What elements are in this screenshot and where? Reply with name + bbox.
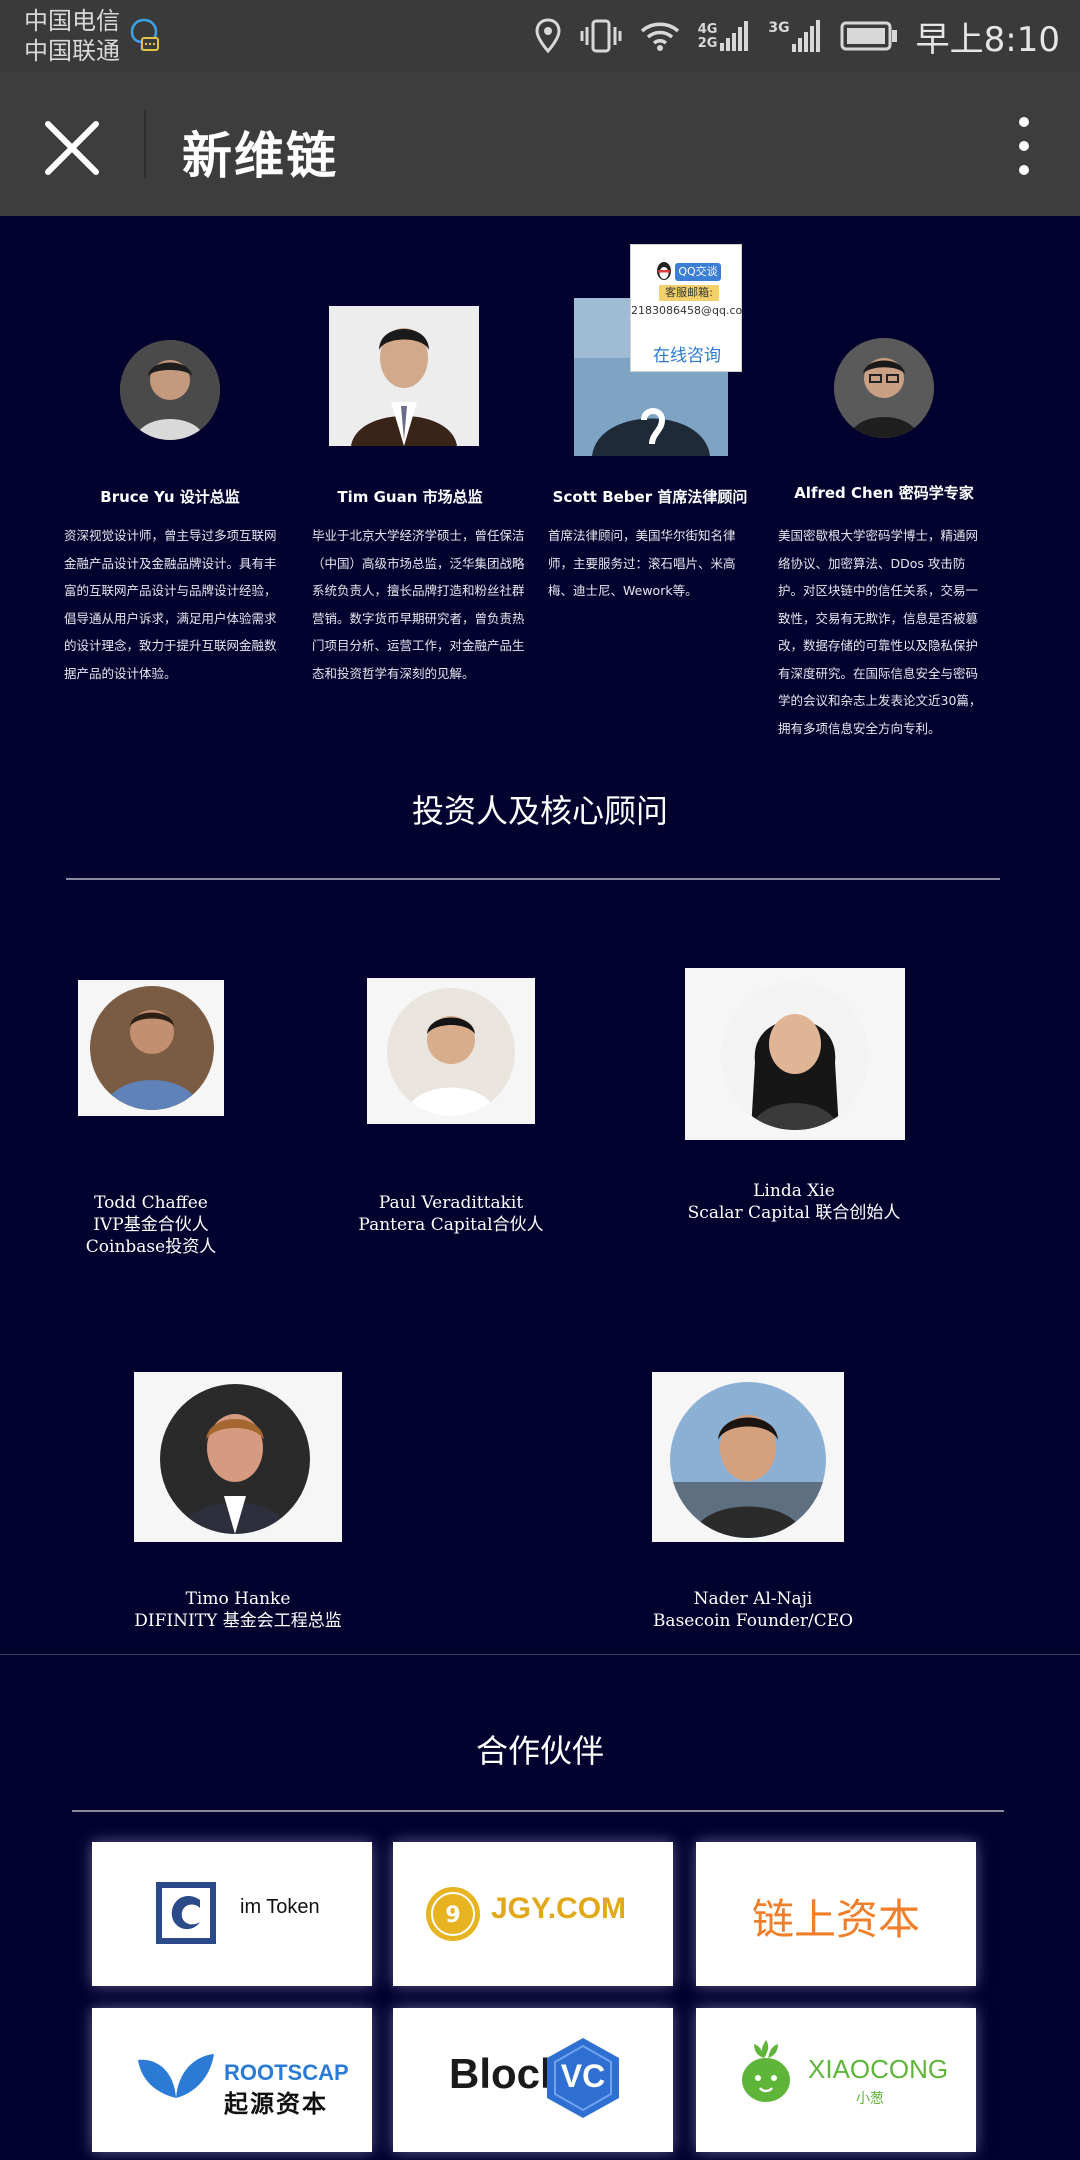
carrier-1-label: 中国电信 (24, 7, 120, 35)
network-type-label: 4G (697, 22, 718, 37)
investor-card-todd-chaffee (78, 980, 224, 1116)
team-name: Tim Guan 市场总监 (337, 488, 483, 506)
investor-info: Linda Xie Scalar Capital 联合创始人 (684, 1180, 904, 1224)
team-description: 资深视觉设计师，曾主导过多项互联网金融产品设计及金融品牌设计。具有丰富的互联网产… (64, 528, 277, 681)
section-divider (72, 1810, 1004, 1812)
investor-name: Linda Xie (753, 1181, 835, 1201)
partner-subname: VC (560, 2058, 606, 2094)
wifi-icon (640, 22, 679, 51)
more-options-icon[interactable] (1012, 114, 1036, 178)
investor-name: Nader Al-Naji (693, 1589, 813, 1609)
partner-name: im Token (240, 1896, 320, 1918)
vibrate-icon (580, 19, 622, 53)
team-name: Scott Beber 首席法律顾问 (552, 488, 748, 506)
title-divider (144, 110, 146, 178)
investor-avatar (721, 982, 869, 1130)
jgy-coin-icon: 9 (426, 1887, 480, 1941)
notification-chat-icon (130, 18, 159, 52)
close-icon[interactable] (40, 116, 104, 180)
partner-card-blockvc[interactable]: Block VC (393, 2008, 673, 2152)
carrier-2-label: 中国联通 (24, 37, 120, 65)
partner-card-rootscap[interactable]: ROOTSCAP 起源资本 (92, 2008, 372, 2152)
team-description: 毕业于北京大学经济学硕士，曾任保洁（中国）高级市场总监，泛华集团战略系统负责人，… (312, 528, 525, 681)
location-icon (535, 18, 561, 54)
investor-info: Todd Chaffee IVP基金合伙人 Coinbase投资人 (51, 1192, 251, 1258)
page-content: Bruce Yu 设计总监 资深视觉设计师，曾主导过多项互联网金融产品设计及金融… (0, 216, 1080, 2160)
investor-card-linda-xie (685, 968, 905, 1140)
partner-name: JGY.COM (491, 1892, 627, 1925)
status-icons: 4G 2G 3G 早上8:10 (534, 10, 1060, 62)
investor-role: Scalar Capital 联合创始人 (687, 1203, 901, 1223)
title-bar: 新维链 (0, 72, 1080, 216)
qq-penguin-icon (657, 262, 671, 280)
signal-4g-icon: 4G 2G (698, 21, 751, 51)
team-description: 首席法律顾问，美国华尔街知名律师，主要服务过：滚石唱片、米高梅、迪士尼、Wewo… (548, 528, 736, 598)
partner-name: XIAOCONG (808, 2054, 949, 2084)
investor-name: Timo Hanke (185, 1589, 291, 1609)
investor-info: Paul Veradittakit Pantera Capital合伙人 (351, 1192, 551, 1236)
page-title: 新维链 (182, 127, 338, 185)
investor-role: Coinbase投资人 (85, 1237, 217, 1257)
service-email-label: 客服邮箱: (659, 285, 719, 301)
investor-info: Nader Al-Naji Basecoin Founder/CEO (633, 1588, 873, 1632)
status-bar: 中国电信 中国联通 4G 2G 3G 早上8:10 (0, 0, 1080, 72)
partner-card-jgy[interactable]: 9 JGY.COM (393, 1842, 673, 1986)
qq-chat-button[interactable]: QQ交谈 (675, 263, 721, 281)
investor-avatar (670, 1382, 826, 1538)
investor-role: Pantera Capital合伙人 (358, 1215, 544, 1235)
service-email: 2183086458@qq.com (631, 304, 743, 317)
investor-name: Todd Chaffee (94, 1193, 208, 1213)
investor-card-timo-hanke (134, 1372, 342, 1542)
investor-avatar (387, 988, 515, 1116)
xiaocong-onion-icon (742, 2040, 790, 2102)
investor-role: Basecoin Founder/CEO (652, 1611, 854, 1631)
clock: 早上8:10 (915, 19, 1060, 60)
partners-section-title: 合作伙伴 (475, 1732, 604, 1770)
carrier-info: 中国电信 中国联通 (24, 6, 120, 66)
partner-name: 链上资本 (751, 1895, 920, 1944)
online-consult-link[interactable]: 在线咨询 (631, 341, 743, 366)
team-photo-bruce-yu (120, 340, 220, 440)
investor-info: Timo Hanke DIFINITY 基金会工程总监 (118, 1588, 358, 1632)
partner-subname: 小葱 (856, 2091, 884, 2107)
section-separator (0, 1654, 1080, 1655)
network-type-label: 2G (697, 36, 718, 51)
signal-3g-icon: 3G (768, 20, 821, 52)
team-name: Bruce Yu 设计总监 (100, 488, 240, 506)
investors-section-title: 投资人及核心顾问 (411, 792, 668, 830)
section-divider (66, 878, 1000, 880)
partner-card-xiaocong[interactable]: XIAOCONG 小葱 (696, 2008, 976, 2152)
team-name: Alfred Chen 密码学专家 (794, 484, 974, 502)
partner-name: ROOTSCAP (224, 2060, 349, 2085)
investor-role: DIFINITY 基金会工程总监 (134, 1611, 342, 1631)
qq-contact-popup: QQ交谈 客服邮箱: 2183086458@qq.com 在线咨询 (630, 244, 743, 372)
rootscap-leaf-icon (138, 2054, 214, 2098)
team-photo-tim-guan (329, 306, 479, 446)
team-description: 美国密歇根大学密码学博士，精通网络协议、加密算法、DDos 攻击防护。对区块链中… (778, 528, 982, 736)
investor-card-nader-al-naji (652, 1372, 844, 1542)
investor-avatar (160, 1384, 310, 1534)
imtoken-logo-icon (156, 1882, 216, 1944)
network-type-label: 3G (768, 20, 790, 36)
svg-text:9: 9 (445, 1903, 460, 1928)
partner-subname: 起源资本 (224, 2090, 328, 2118)
investor-role: IVP基金合伙人 (93, 1215, 209, 1235)
partner-card-lianshang-capital[interactable]: 链上资本 (696, 1842, 976, 1986)
investor-name: Paul Veradittakit (378, 1193, 524, 1213)
investor-avatar (90, 986, 214, 1110)
investor-card-paul-veradittakit (367, 978, 535, 1124)
battery-icon (840, 21, 897, 51)
partner-card-imtoken[interactable]: im Token (92, 1842, 372, 1986)
team-photo-alfred-chen (834, 338, 934, 438)
